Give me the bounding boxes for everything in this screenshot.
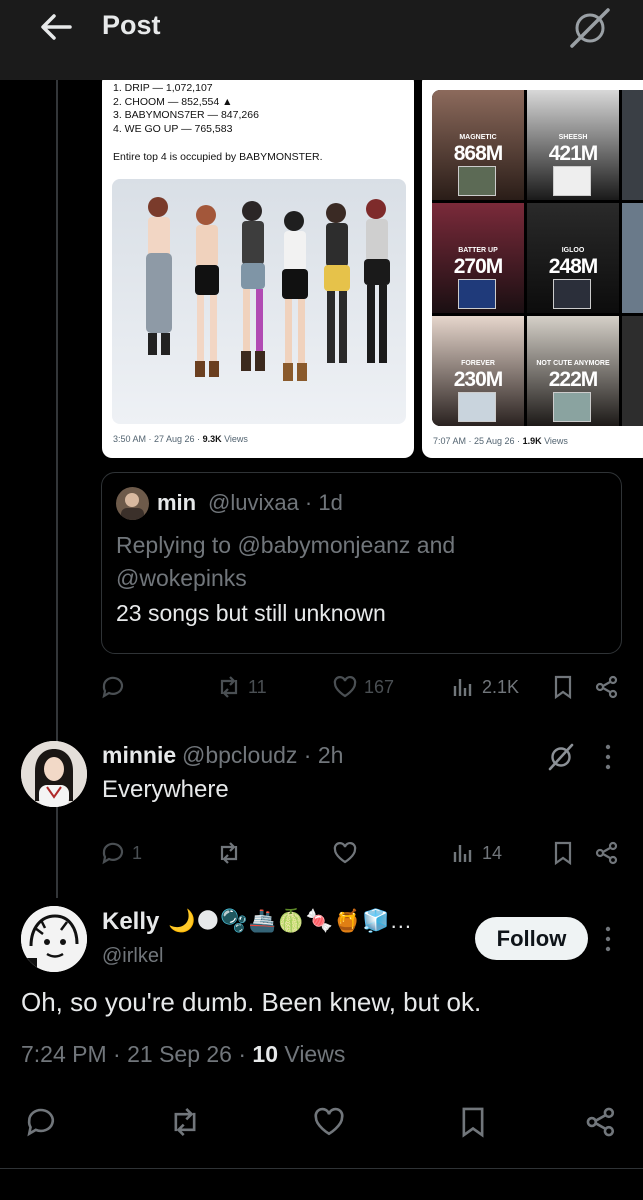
author-name[interactable]: Kelly [102, 908, 159, 936]
retweet-button[interactable] [216, 838, 242, 868]
views-button[interactable]: 2.1K [450, 672, 519, 702]
reply-actions: 1 14 [100, 838, 620, 868]
author-handle: @luvixaa · 1d [208, 490, 343, 515]
post-text: Oh, so you're dumb. Been knew, but ok. [21, 987, 482, 1017]
tile-6: NOT CUTE ANYMORE 222M [527, 316, 619, 426]
post-meta: 7:24 PM · 21 Sep 26 · 10 Views [21, 1041, 346, 1067]
views-icon [453, 845, 472, 862]
reply-icon [102, 842, 124, 865]
avatar[interactable] [116, 487, 149, 520]
like-icon [333, 842, 357, 864]
replying-to: Replying to @babymonjeanz and @wokepinks [116, 532, 456, 591]
bookmark-button[interactable] [550, 838, 576, 868]
retweet-icon [220, 842, 238, 864]
tile-edge-3 [622, 316, 643, 426]
top-bar: Post [0, 0, 643, 80]
retweet-button[interactable]: 11 [216, 672, 267, 702]
quote-actions: 11 167 2.1K [100, 672, 620, 702]
reply-button[interactable] [100, 672, 126, 702]
like-button[interactable] [332, 838, 358, 868]
tile-edge-2 [622, 203, 643, 313]
reply-icon [102, 676, 124, 699]
grok-icon[interactable] [567, 6, 613, 48]
bookmark-button[interactable] [550, 672, 576, 702]
tile-4: IGLOO 248M [527, 203, 619, 313]
share-button[interactable] [594, 838, 620, 868]
avatar[interactable] [21, 741, 87, 807]
bookmark-icon [554, 841, 572, 866]
avatar[interactable] [21, 906, 87, 972]
grok-icon[interactable] [546, 742, 576, 772]
views-button[interactable]: 14 [450, 838, 502, 868]
more-icon[interactable] [605, 926, 611, 952]
bookmark-icon [462, 1107, 484, 1138]
like-button[interactable]: 167 [332, 672, 394, 702]
chart-note: Entire top 4 is occupied by BABYMONSTER. [113, 151, 323, 163]
reply-button[interactable] [24, 1105, 58, 1139]
back-arrow-icon[interactable] [36, 10, 76, 44]
embedded-image-left[interactable]: 1. DRIP — 1,072,107 2. CHOOM — 852,554 ▲… [102, 72, 414, 458]
retweet-button[interactable] [168, 1105, 202, 1139]
embedded-image-right[interactable]: MAGNETIC 868M SHEESH 421M BATTER UP 270M… [422, 72, 643, 458]
stats-grid-image: MAGNETIC 868M SHEESH 421M BATTER UP 270M… [432, 90, 643, 426]
share-icon [595, 841, 618, 865]
share-icon [586, 1107, 615, 1137]
reply-button[interactable]: 1 [100, 838, 142, 868]
tile-5: FOREVER 230M [432, 316, 524, 426]
share-icon [595, 675, 618, 699]
share-button[interactable] [594, 672, 620, 702]
author-handle: @bpcloudz · 2h [182, 742, 344, 768]
author-name[interactable]: minnie [102, 742, 176, 769]
like-icon [314, 1107, 344, 1136]
reply-icon [27, 1108, 55, 1137]
reply-text: 23 songs but still unknown [116, 600, 386, 626]
chart-line-1: 1. DRIP — 1,072,107 [113, 82, 213, 94]
views-icon [453, 679, 472, 696]
author-emoji: 🌙🌑🫧🚢🍈🍬🍯🧊... [168, 908, 413, 933]
chart-line-3: 3. BABYMONS7ER — 847,266 [113, 109, 259, 121]
author-handle: @irlkel [102, 945, 164, 967]
quoted-reply[interactable]: min @luvixaa · 1d Replying to @babymonje… [101, 472, 622, 654]
bookmark-button[interactable] [456, 1105, 490, 1139]
follow-button[interactable]: Follow [475, 917, 588, 960]
author-name[interactable]: min [157, 490, 196, 516]
like-button[interactable] [312, 1105, 346, 1139]
left-card-meta: 3:50 AM · 27 Aug 26 · 9.3K Views [113, 434, 248, 444]
like-icon [333, 676, 357, 698]
retweet-icon [220, 676, 238, 698]
chart-line-4: 4. WE GO UP — 765,583 [113, 122, 233, 135]
share-button[interactable] [584, 1105, 618, 1139]
tile-2: SHEESH 421M [527, 90, 619, 200]
post-actions [24, 1105, 624, 1139]
chart-line-2: 2. CHOOM — 852,554 ▲ [113, 95, 233, 108]
retweet-icon [174, 1107, 196, 1137]
divider [0, 1168, 643, 1169]
tile-3: BATTER UP 270M [432, 203, 524, 313]
bookmark-icon [554, 675, 572, 700]
page-title: Post [102, 10, 161, 40]
right-card-meta: 7:07 AM · 25 Aug 26 · 1.9K Views [433, 436, 568, 446]
tile-1: MAGNETIC 868M [432, 90, 524, 200]
tile-edge-1 [622, 90, 643, 200]
group-photo [112, 179, 406, 424]
reply-text: Everywhere [102, 776, 229, 803]
more-icon[interactable] [605, 744, 611, 770]
